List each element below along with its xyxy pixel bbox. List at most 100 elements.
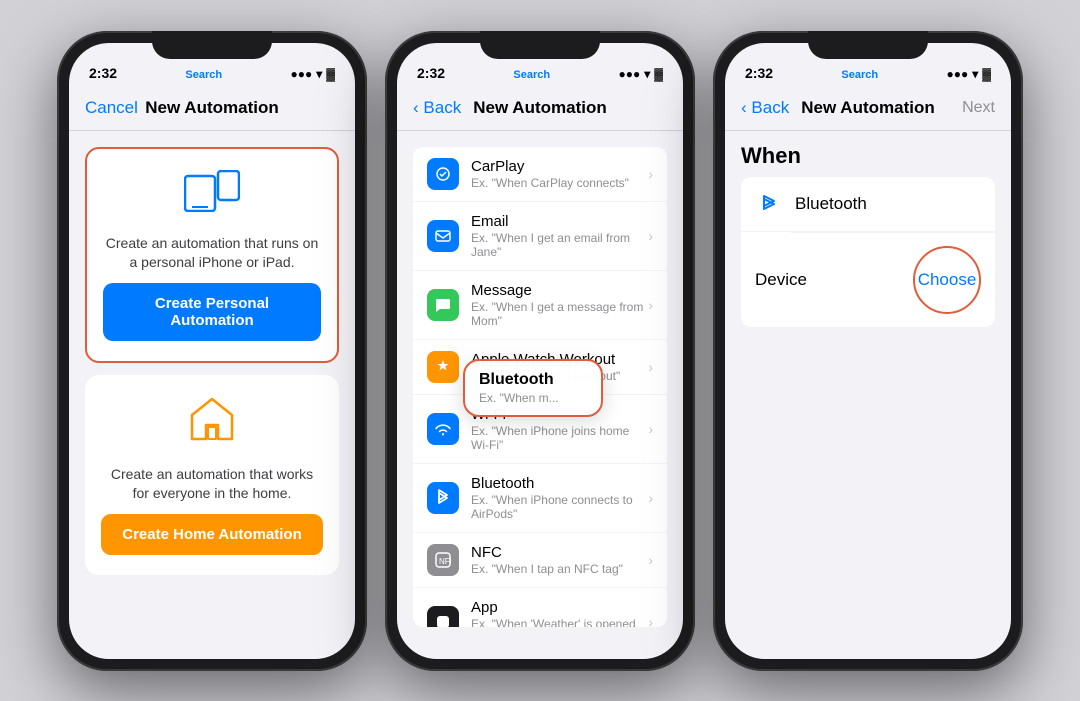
app-text: App Ex. "When 'Weather' is opened or clo…: [471, 599, 648, 627]
home-icon: [188, 395, 236, 455]
nfc-icon: NFC: [427, 544, 459, 576]
when-content: When Bluetooth Device Choose: [725, 131, 1011, 659]
when-bluetooth-label: Bluetooth: [795, 194, 981, 214]
workout-text: Apple Watch Workout Ex. "When I start a …: [471, 351, 648, 383]
list-item-message[interactable]: Message Ex. "When I get a message from M…: [413, 271, 667, 340]
email-text: Email Ex. "When I get an email from Jane…: [471, 213, 648, 259]
notch-1: [152, 31, 272, 59]
nav-bar-2: ‹ Back New Automation: [397, 87, 683, 131]
workout-title: Apple Watch Workout: [471, 351, 648, 368]
svg-text:NFC: NFC: [439, 557, 451, 566]
bluetooth-subtitle: Ex. "When iPhone connects to AirPods": [471, 493, 648, 521]
when-bluetooth-icon: [755, 190, 783, 218]
status-time-1: 2:32: [89, 65, 117, 81]
signal-icon-3: ●●●: [946, 67, 968, 81]
list-item-nfc[interactable]: NFC NFC Ex. "When I tap an NFC tag" ›: [413, 533, 667, 588]
nav-title-3: New Automation: [801, 98, 934, 118]
wifi-subtitle: Ex. "When iPhone joins home Wi-Fi": [471, 424, 648, 452]
nfc-chevron: ›: [648, 552, 653, 568]
carplay-text: CarPlay Ex. "When CarPlay connects": [471, 158, 648, 190]
device-icon: [184, 169, 240, 224]
workout-icon: [427, 351, 459, 383]
message-subtitle: Ex. "When I get a message from Mom": [471, 300, 648, 328]
notch-3: [808, 31, 928, 59]
wifi-title: Wi-Fi: [471, 406, 648, 423]
nav-bar-3: ‹ Back New Automation Next: [725, 87, 1011, 131]
create-personal-automation-button[interactable]: Create Personal Automation: [103, 283, 321, 341]
email-chevron: ›: [648, 228, 653, 244]
wifi-icon-2: ▾: [644, 67, 650, 81]
workout-chevron: ›: [648, 359, 653, 375]
nav-bar-1: Cancel New Automation: [69, 87, 355, 131]
back-arrow-icon-2: ‹: [413, 98, 419, 117]
list-item-wifi[interactable]: Wi-Fi Ex. "When iPhone joins home Wi-Fi"…: [413, 395, 667, 464]
email-icon: [427, 220, 459, 252]
back-button-3[interactable]: ‹ Back: [741, 98, 789, 118]
email-subtitle: Ex. "When I get an email from Jane": [471, 231, 648, 259]
status-time-2: 2:32: [417, 65, 445, 81]
personal-automation-card: Create an automation that runs on a pers…: [85, 147, 339, 363]
choose-button[interactable]: Choose: [913, 246, 981, 314]
content-1: Create an automation that runs on a pers…: [69, 131, 355, 659]
battery-icon-2: ▓: [654, 67, 663, 81]
create-home-automation-button[interactable]: Create Home Automation: [101, 514, 323, 555]
workout-subtitle: Ex. "When I start a workout": [471, 369, 648, 383]
phone-2: 2:32 Search ●●● ▾ ▓ ‹ Back New Automatio…: [385, 31, 695, 671]
status-icons-2: ●●● ▾ ▓: [618, 67, 663, 81]
next-button[interactable]: Next: [962, 99, 995, 117]
nav-title-1: New Automation: [145, 98, 278, 118]
app-icon: [427, 606, 459, 627]
home-automation-card: Create an automation that works for ever…: [85, 375, 339, 575]
status-icons-3: ●●● ▾ ▓: [946, 67, 991, 81]
email-title: Email: [471, 213, 648, 230]
list-item-carplay[interactable]: CarPlay Ex. "When CarPlay connects" ›: [413, 147, 667, 202]
status-icons-1: ●●● ▾ ▓: [290, 67, 335, 81]
status-time-3: 2:32: [745, 65, 773, 81]
notch-2: [480, 31, 600, 59]
when-card: Bluetooth Device Choose: [741, 177, 995, 327]
cancel-button[interactable]: Cancel: [85, 98, 138, 118]
app-chevron: ›: [648, 614, 653, 627]
phone-3: 2:32 Search ●●● ▾ ▓ ‹ Back New Automatio…: [713, 31, 1023, 671]
personal-desc: Create an automation that runs on a pers…: [103, 234, 321, 273]
app-subtitle: Ex. "When 'Weather' is opened or closed": [471, 617, 648, 627]
back-arrow-icon-3: ‹: [741, 98, 747, 117]
bluetooth-icon-list: [427, 482, 459, 514]
list-item-app[interactable]: App Ex. "When 'Weather' is opened or clo…: [413, 588, 667, 627]
carplay-chevron: ›: [648, 166, 653, 182]
message-title: Message: [471, 282, 648, 299]
wifi-text: Wi-Fi Ex. "When iPhone joins home Wi-Fi": [471, 406, 648, 452]
battery-icon-3: ▓: [982, 67, 991, 81]
carplay-subtitle: Ex. "When CarPlay connects": [471, 176, 648, 190]
nfc-text: NFC Ex. "When I tap an NFC tag": [471, 544, 648, 576]
list-section-2: CarPlay Ex. "When CarPlay connects" › Em…: [413, 147, 667, 627]
device-label: Device: [755, 270, 913, 290]
nfc-subtitle: Ex. "When I tap an NFC tag": [471, 562, 648, 576]
when-title: When: [725, 131, 1011, 177]
list-item-workout[interactable]: Apple Watch Workout Ex. "When I start a …: [413, 340, 667, 395]
status-search-2: Search: [513, 69, 550, 81]
wifi-icon-3: ▾: [972, 67, 978, 81]
message-icon: [427, 289, 459, 321]
bluetooth-title: Bluetooth: [471, 475, 648, 492]
app-title: App: [471, 599, 648, 616]
status-search-1: Search: [185, 69, 222, 81]
list-item-bluetooth[interactable]: Bluetooth Ex. "When iPhone connects to A…: [413, 464, 667, 533]
back-button-2[interactable]: ‹ Back: [413, 98, 461, 118]
nav-title-2: New Automation: [473, 98, 606, 118]
status-search-3: Search: [841, 69, 878, 81]
message-text: Message Ex. "When I get a message from M…: [471, 282, 648, 328]
list-content-2: CarPlay Ex. "When CarPlay connects" › Em…: [397, 131, 683, 659]
carplay-icon: [427, 158, 459, 190]
battery-icon-1: ▓: [326, 67, 335, 81]
carplay-title: CarPlay: [471, 158, 648, 175]
bluetooth-text: Bluetooth Ex. "When iPhone connects to A…: [471, 475, 648, 521]
wifi-icon-list: [427, 413, 459, 445]
nfc-title: NFC: [471, 544, 648, 561]
list-item-email[interactable]: Email Ex. "When I get an email from Jane…: [413, 202, 667, 271]
bluetooth-chevron: ›: [648, 490, 653, 506]
phone-1: 2:32 Search ●●● ▾ ▓ Cancel New Automatio…: [57, 31, 367, 671]
signal-icon-2: ●●●: [618, 67, 640, 81]
message-chevron: ›: [648, 297, 653, 313]
when-device-row: Device Choose: [741, 233, 995, 327]
